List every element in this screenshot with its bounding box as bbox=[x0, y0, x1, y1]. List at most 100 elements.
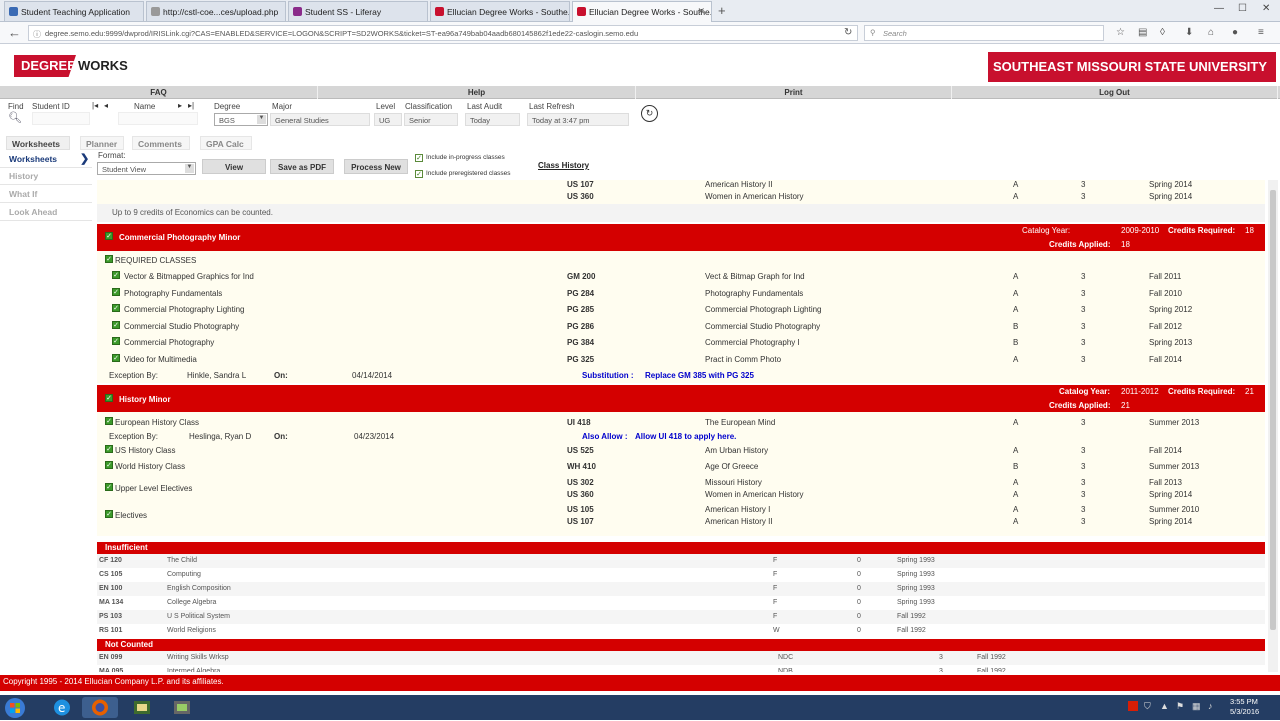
scrollbar-thumb[interactable] bbox=[1270, 190, 1276, 630]
side-menu-worksheets[interactable]: Worksheets ❯ bbox=[0, 151, 92, 168]
inprogress-checkbox[interactable]: ✓ bbox=[415, 154, 423, 162]
network-icon[interactable]: ▦ bbox=[1192, 701, 1201, 712]
last-student-icon[interactable]: ▸| bbox=[188, 101, 194, 110]
process-new-button[interactable]: Process New bbox=[344, 159, 408, 174]
course-term: Fall 2011 bbox=[1149, 272, 1182, 281]
format-label: Format: bbox=[98, 151, 126, 160]
degree-label: Degree bbox=[214, 102, 241, 111]
course-grade: B bbox=[1013, 462, 1019, 471]
app-icon[interactable] bbox=[164, 697, 200, 718]
substitution-text: Replace GM 385 with PG 325 bbox=[645, 371, 754, 380]
course-credits: 3 bbox=[1081, 478, 1086, 487]
degree-select[interactable]: BGS ▼ bbox=[214, 113, 268, 126]
tray-up-icon[interactable]: ▲ bbox=[1160, 701, 1169, 711]
find-magnifier-icon[interactable]: 🔍︎ bbox=[8, 111, 22, 124]
tab-comments[interactable]: Comments bbox=[132, 136, 190, 150]
course-title: Women in American History bbox=[705, 490, 804, 499]
browser-tab[interactable]: Student SS - Liferay bbox=[288, 1, 428, 21]
credits-applied-value: 18 bbox=[1121, 240, 1130, 249]
firefox-icon[interactable] bbox=[82, 697, 118, 718]
browser-tab[interactable]: http://cstl-coe...ces/upload.php bbox=[146, 1, 286, 21]
home-icon[interactable]: ⌂ bbox=[1208, 27, 1214, 38]
course-credits: 3 bbox=[1081, 517, 1086, 526]
info-icon[interactable]: ⓘ bbox=[33, 29, 41, 40]
course-credits: 3 bbox=[1081, 321, 1086, 331]
course-code: UI 418 bbox=[567, 418, 591, 427]
side-menu-look-ahead[interactable]: Look Ahead bbox=[0, 204, 92, 221]
side-menu-what-if[interactable]: What If bbox=[0, 186, 92, 203]
app-icon[interactable] bbox=[124, 697, 160, 718]
level-label: Level bbox=[376, 102, 396, 111]
clock-date[interactable]: 5/3/2016 bbox=[1230, 707, 1259, 716]
checkmark-icon: ✓ bbox=[112, 287, 120, 296]
start-button[interactable] bbox=[4, 697, 32, 718]
back-arrow-icon[interactable]: ← bbox=[8, 25, 21, 40]
menu-icon[interactable]: ≡ bbox=[1258, 27, 1264, 38]
exception-label: Exception By: bbox=[109, 371, 158, 380]
close-window-icon[interactable]: ✕ bbox=[1262, 3, 1270, 14]
checkmark-icon: ✓ bbox=[105, 417, 113, 425]
format-select[interactable]: Student View ▼ bbox=[97, 162, 196, 175]
prev-student-icon[interactable]: ◂ bbox=[104, 101, 108, 110]
nav-help[interactable]: Help bbox=[318, 86, 636, 99]
tab-planner[interactable]: Planner bbox=[80, 136, 124, 150]
bookmark-star-icon[interactable]: ☆ bbox=[1116, 27, 1125, 38]
browser-search-input[interactable]: ⚲ Search bbox=[864, 25, 1104, 41]
course-title: College Algebra bbox=[167, 599, 217, 606]
course-term: Fall 2014 bbox=[1149, 355, 1182, 364]
requirement-label: European History Class bbox=[115, 418, 200, 427]
course-code: CS 105 bbox=[99, 571, 123, 578]
requirement-label: Vector & Bitmapped Graphics for Ind bbox=[124, 272, 254, 281]
course-grade: NDB bbox=[778, 668, 793, 672]
pocket-icon[interactable]: ◊ bbox=[1160, 27, 1165, 38]
refresh-icon[interactable]: ↻ bbox=[641, 105, 658, 122]
checkmark-icon: ✓ bbox=[112, 354, 120, 362]
course-title: The Child bbox=[167, 557, 197, 564]
credits-applied-label: Credits Applied: bbox=[1049, 401, 1111, 410]
course-title: The European Mind bbox=[705, 418, 776, 427]
tab-worksheets[interactable]: Worksheets bbox=[6, 136, 70, 150]
windows-logo-icon bbox=[5, 698, 25, 718]
minimize-window-icon[interactable]: — bbox=[1214, 3, 1224, 14]
checkmark-icon: ✓ bbox=[112, 304, 120, 313]
credits-required-value: 21 bbox=[1245, 387, 1254, 396]
side-menu-history[interactable]: History bbox=[0, 168, 92, 185]
preregistered-checkbox[interactable]: ✓ bbox=[415, 170, 423, 178]
reload-icon[interactable]: ↻ bbox=[844, 27, 852, 38]
course-grade: B bbox=[1013, 338, 1019, 348]
browser-tab-active[interactable]: Ellucian Degree Works - Southe... ✕ bbox=[572, 1, 712, 22]
class-history-link[interactable]: Class History bbox=[538, 161, 589, 170]
close-tab-icon[interactable]: ✕ bbox=[697, 6, 705, 17]
side-menu-label: Worksheets bbox=[9, 154, 58, 164]
first-student-icon[interactable]: |◂ bbox=[92, 101, 98, 110]
tab-gpa-calc[interactable]: GPA Calc bbox=[200, 136, 252, 150]
download-icon[interactable]: ⬇ bbox=[1185, 27, 1193, 38]
address-bar[interactable]: ⓘ degree.semo.edu:9999/dwprod/IRISLink.c… bbox=[28, 25, 858, 41]
chat-icon[interactable]: ● bbox=[1232, 27, 1238, 38]
reading-list-icon[interactable]: ▤ bbox=[1138, 27, 1147, 38]
logo-degree-text: DEGREE bbox=[14, 55, 76, 77]
view-button[interactable]: View bbox=[202, 159, 266, 174]
course-grade: F bbox=[773, 613, 778, 620]
new-tab-button[interactable]: + bbox=[718, 3, 726, 18]
course-grade: F bbox=[773, 585, 778, 592]
save-pdf-button[interactable]: Save as PDF bbox=[270, 159, 334, 174]
student-id-field[interactable] bbox=[32, 112, 90, 125]
browser-tab[interactable]: Student Teaching Application bbox=[4, 1, 144, 21]
checkmark-icon: ✓ bbox=[105, 510, 113, 518]
nav-log-out[interactable]: Log Out bbox=[952, 86, 1278, 99]
course-title: Writing Skills Wrksp bbox=[167, 654, 229, 661]
ie-icon[interactable]: e bbox=[44, 697, 80, 718]
nav-print[interactable]: Print bbox=[636, 86, 952, 99]
shield-icon[interactable]: ⛉ bbox=[1144, 701, 1151, 712]
maximize-window-icon[interactable]: ☐ bbox=[1238, 3, 1247, 14]
browser-tab[interactable]: Ellucian Degree Works - Southe... bbox=[430, 1, 570, 21]
last-audit-field: Today bbox=[465, 113, 520, 126]
course-term: Fall 2013 bbox=[1149, 478, 1182, 487]
nav-faq[interactable]: FAQ bbox=[0, 86, 318, 99]
clock-time[interactable]: 3:55 PM bbox=[1230, 697, 1258, 706]
flag-icon[interactable]: ⚑ bbox=[1176, 701, 1184, 712]
volume-icon[interactable]: ♪ bbox=[1208, 701, 1213, 711]
next-student-icon[interactable]: ▸ bbox=[178, 101, 182, 110]
acrobat-tray-icon[interactable] bbox=[1128, 701, 1138, 711]
